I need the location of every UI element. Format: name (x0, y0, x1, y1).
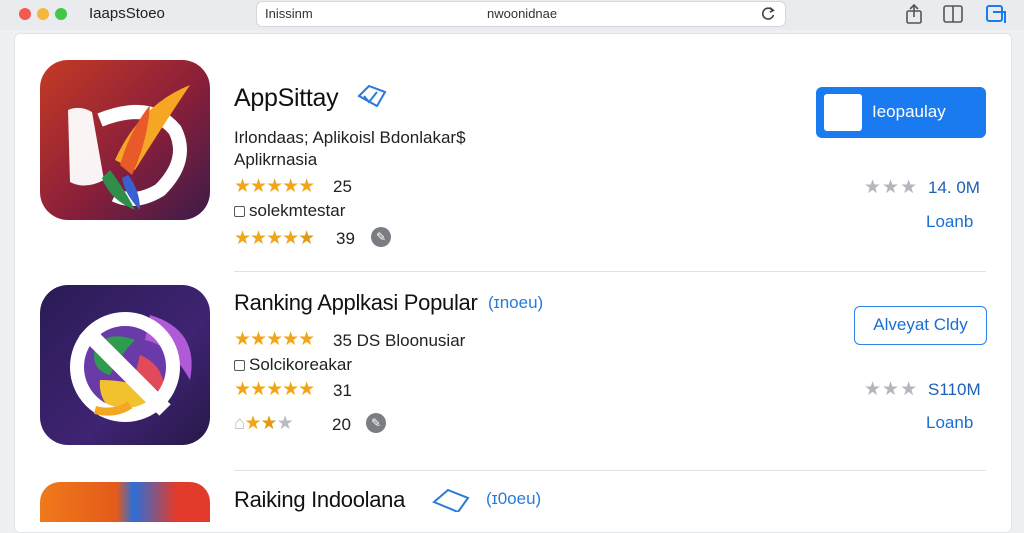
app-seller-2: Solcikoreakar (234, 355, 352, 375)
tag-icon-2: ✎ (366, 413, 386, 433)
app-title-3[interactable]: Raiking Indoolana (234, 487, 405, 513)
rating-value-2c: 20 (332, 415, 351, 434)
app-title-2[interactable]: Ranking Applkasi Popular (234, 290, 478, 316)
app-title-1[interactable]: AppSittay (234, 84, 339, 113)
rating-stars-1b: ★★★★★ (234, 228, 315, 249)
rating-stars-1a: ★★★★★ (234, 176, 315, 197)
rating-value-1b: 39 (336, 229, 355, 248)
rating-value-2b: 31 (333, 381, 352, 400)
app-icon-ranking-indonesia[interactable] (40, 482, 210, 522)
get-button-1[interactable]: Ieopaulay (816, 87, 986, 138)
zoom-window-button[interactable] (55, 8, 67, 20)
app-subtitle-1: Irlondaas; Aplikoisl Bdonlakar$ (234, 128, 466, 147)
new-tab-icon[interactable] (985, 3, 1007, 25)
sidebar-icon[interactable] (942, 3, 964, 25)
app-seller-1: solekmtestar (234, 201, 345, 221)
row-divider-2 (234, 470, 986, 471)
app-badge-2: (ɪnoeu) (488, 293, 544, 312)
rating-stars-2b: ★★★★★ (234, 379, 315, 400)
rating-stars-2a: ★★★★★ (234, 329, 315, 350)
window-titlebar: IaapsStoeo Inissinm nwoonidnae (0, 0, 1024, 30)
app-icon-ranking-popular[interactable] (40, 285, 210, 445)
minimize-window-button[interactable] (37, 8, 49, 20)
mini-stars-1: ★★★ (864, 177, 919, 198)
share-icon[interactable] (903, 3, 925, 25)
address-bar-left-text: Inissinm (265, 6, 313, 21)
address-bar-url: nwoonidnae (487, 6, 558, 21)
reload-icon[interactable] (759, 5, 777, 23)
row-divider (234, 271, 986, 272)
tag-icon: ✎ (371, 227, 391, 247)
app-title: IaapsStoeo (89, 5, 165, 22)
app-icon-appsittay[interactable] (40, 60, 210, 220)
get-button-1-label: Ieopaulay (872, 102, 946, 121)
seller-checkbox-2[interactable] (234, 360, 245, 371)
seller-checkbox-1[interactable] (234, 206, 245, 217)
button-app-thumbnail (824, 94, 862, 131)
app-badge-3: (ɪ0oeu) (486, 489, 542, 508)
close-window-button[interactable] (19, 8, 31, 20)
app-category-1: Aplikrnasia (234, 150, 318, 169)
address-bar[interactable]: Inissinm nwoonidnae (256, 1, 786, 27)
more-link-1[interactable]: Loanb (926, 212, 973, 232)
verified-icon (357, 84, 387, 108)
more-link-2[interactable]: Loanb (926, 413, 973, 433)
verified-icon-3 (432, 488, 470, 512)
rating-stars-2c: ⌂★★★ (234, 413, 294, 434)
get-button-2[interactable]: Alveyat Cldy (854, 306, 987, 345)
download-count-1: 14. 0M (928, 178, 980, 197)
download-count-2: S110M (928, 380, 981, 399)
mini-stars-2: ★★★ (864, 379, 919, 400)
rating-value-1a: 25 (333, 177, 352, 196)
rating-value-2a: 35 DS Bloonusiar (333, 331, 466, 350)
